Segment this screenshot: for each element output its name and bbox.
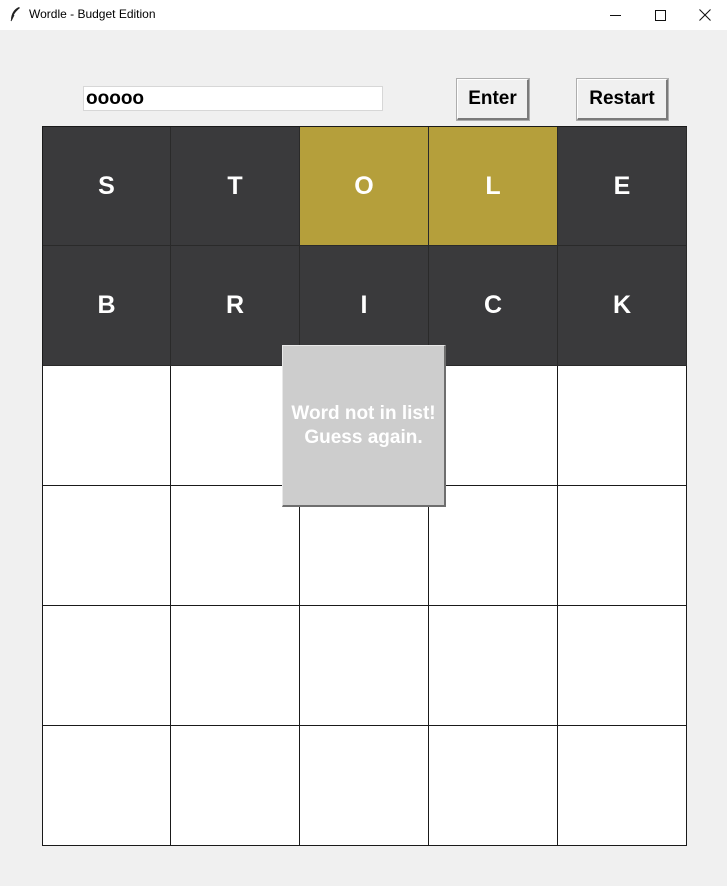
tile-r3-c4	[429, 366, 558, 486]
popup-message-line1: Word not in list!	[291, 402, 436, 424]
tile-r6-c2	[171, 726, 300, 846]
close-button[interactable]	[682, 0, 727, 30]
maximize-icon	[654, 9, 666, 21]
tile-r6-c4	[429, 726, 558, 846]
title-bar: Wordle - Budget Edition	[0, 0, 727, 30]
tile-r1-c4: L	[429, 127, 558, 246]
tile-r2-c5: K	[558, 246, 687, 366]
tile-r6-c3	[300, 726, 429, 846]
guess-input[interactable]	[83, 86, 383, 111]
tile-r4-c5	[558, 486, 687, 606]
tile-r3-c1	[43, 366, 171, 486]
tile-r3-c5	[558, 366, 687, 486]
enter-button[interactable]: Enter	[457, 79, 529, 120]
minimize-icon	[609, 14, 621, 16]
window-title: Wordle - Budget Edition	[29, 7, 156, 21]
popup-message-line2: Guess again.	[304, 426, 423, 448]
tile-r5-c1	[43, 606, 171, 726]
tile-r2-c2: R	[171, 246, 300, 366]
tile-r4-c1	[43, 486, 171, 606]
tile-r6-c5	[558, 726, 687, 846]
tile-r1-c3: O	[300, 127, 429, 246]
tile-r1-c1: S	[43, 127, 171, 246]
tile-r3-c2	[171, 366, 300, 486]
tile-r1-c2: T	[171, 127, 300, 246]
tile-r5-c5	[558, 606, 687, 726]
word-not-in-list-popup: Word not in list! Guess again.	[282, 345, 446, 507]
close-icon	[699, 9, 711, 21]
tile-r2-c1: B	[43, 246, 171, 366]
tile-r2-c4: C	[429, 246, 558, 366]
tile-r4-c4	[429, 486, 558, 606]
tile-r5-c3	[300, 606, 429, 726]
tile-r5-c2	[171, 606, 300, 726]
minimize-button[interactable]	[592, 0, 638, 30]
tile-r5-c4	[429, 606, 558, 726]
tile-r4-c2	[171, 486, 300, 606]
restart-button[interactable]: Restart	[577, 79, 668, 120]
maximize-button[interactable]	[637, 0, 683, 30]
tile-r6-c1	[43, 726, 171, 846]
tile-r1-c5: E	[558, 127, 687, 246]
feather-icon	[8, 6, 22, 22]
